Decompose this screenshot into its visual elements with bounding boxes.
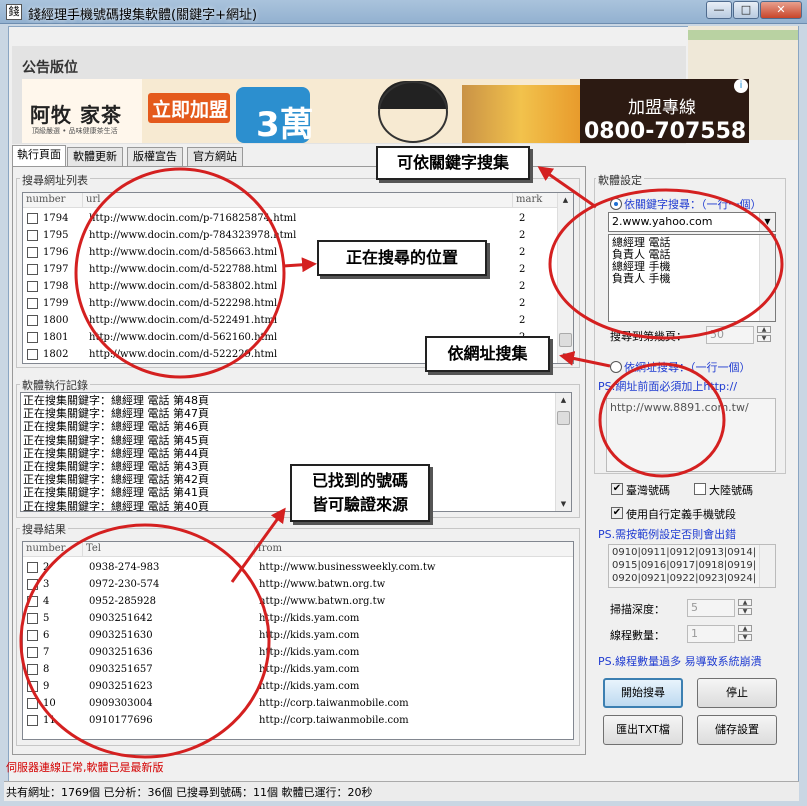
callout-url: 依網址搜集: [425, 336, 550, 372]
position-arrow: [282, 257, 317, 273]
callout-keyword: 可依關鍵字搜集: [376, 146, 530, 180]
callout-found: 已找到的號碼 皆可驗證來源: [290, 464, 430, 522]
annotation-overlay: [19, 166, 784, 759]
callout-found-line2: 皆可驗證來源: [311, 495, 408, 514]
url-circle: [598, 362, 726, 478]
results-circle: [19, 523, 271, 759]
results-arrow: [230, 507, 286, 583]
callout-position: 正在搜尋的位置: [317, 240, 487, 276]
url-arrow: [559, 351, 611, 368]
keyword-arrow: [537, 166, 597, 209]
keyword-circle: [548, 188, 784, 340]
callout-found-line1: 已找到的號碼: [311, 471, 408, 490]
position-circle: [74, 167, 286, 379]
